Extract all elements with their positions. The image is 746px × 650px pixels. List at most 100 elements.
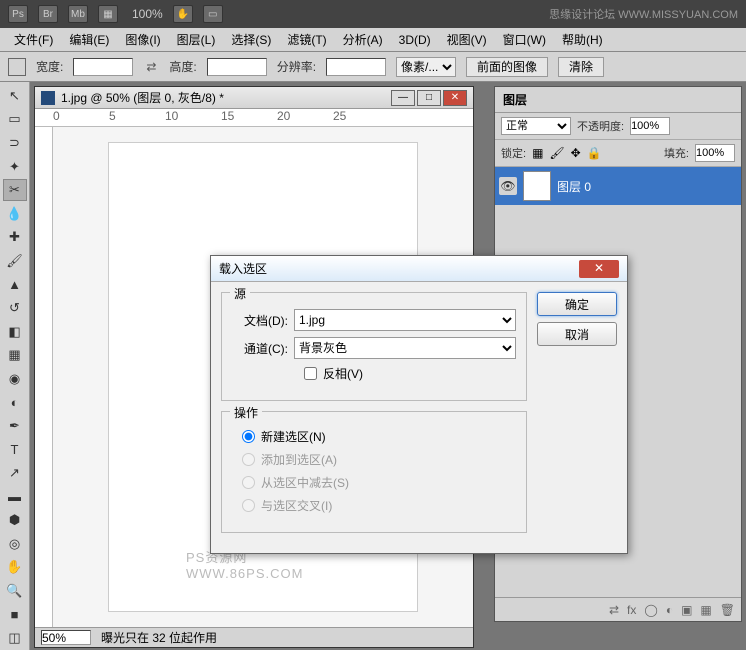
gradient-tool[interactable]: ▦ bbox=[3, 344, 27, 366]
source-fieldset: 源 文档(D): 1.jpg 通道(C): 背景灰色 反相(V) bbox=[221, 292, 527, 401]
pen-tool[interactable]: ✒ bbox=[3, 415, 27, 437]
blend-mode-select[interactable]: 正常 bbox=[501, 117, 571, 135]
lasso-tool[interactable]: ⊃ bbox=[3, 132, 27, 154]
op-int-label: 与选区交叉(I) bbox=[261, 497, 332, 514]
menu-edit[interactable]: 编辑(E) bbox=[61, 28, 117, 51]
3d-camera-tool[interactable]: ◎ bbox=[3, 533, 27, 555]
color-swatch[interactable]: ■ bbox=[3, 604, 27, 626]
marquee-tool[interactable]: ▭ bbox=[3, 109, 27, 131]
menu-layer[interactable]: 图层(L) bbox=[169, 28, 224, 51]
op-sub-radio[interactable] bbox=[242, 476, 255, 489]
op-add-label: 添加到选区(A) bbox=[261, 451, 337, 468]
invert-checkbox[interactable] bbox=[304, 367, 317, 380]
trash-icon[interactable]: 🗑 bbox=[720, 603, 735, 617]
ruler-vertical bbox=[35, 127, 53, 627]
ok-button[interactable]: 确定 bbox=[537, 292, 617, 316]
hand-tool[interactable]: ✋ bbox=[3, 557, 27, 579]
maximize-button[interactable]: □ bbox=[417, 90, 441, 106]
mask-icon[interactable]: ◯ bbox=[644, 603, 657, 617]
group-icon[interactable]: ▣ bbox=[681, 603, 692, 617]
blur-tool[interactable]: ◉ bbox=[3, 368, 27, 390]
quickmask-tool[interactable]: ◫ bbox=[3, 627, 27, 649]
ps-doc-icon bbox=[41, 91, 55, 105]
menu-view[interactable]: 视图(V) bbox=[439, 28, 495, 51]
dialog-titlebar[interactable]: 载入选区 ✕ bbox=[211, 256, 627, 282]
shape-tool[interactable]: ▬ bbox=[3, 486, 27, 508]
stamp-tool[interactable]: ▲ bbox=[3, 274, 27, 296]
adjustment-icon[interactable]: ◐ bbox=[666, 603, 673, 617]
cancel-button[interactable]: 取消 bbox=[537, 322, 617, 346]
document-select[interactable]: 1.jpg bbox=[294, 309, 516, 331]
layer-thumbnail[interactable] bbox=[523, 171, 551, 201]
toolbox: ↖ ▭ ⊃ ✦ ✂ 💧 ✚ 🖌 ▲ ↺ ◧ ▦ ◉ ◐ ✒ T ↗ ▬ ⬢ ◎ … bbox=[0, 82, 30, 650]
height-input[interactable] bbox=[207, 58, 267, 76]
invert-label: 反相(V) bbox=[323, 365, 363, 382]
op-add-radio[interactable] bbox=[242, 453, 255, 466]
hand-icon[interactable]: ✋ bbox=[173, 5, 193, 23]
crop-tool-icon[interactable] bbox=[8, 58, 26, 76]
menu-select[interactable]: 选择(S) bbox=[223, 28, 279, 51]
menu-window[interactable]: 窗口(W) bbox=[495, 28, 554, 51]
app-header: Ps Br Mb ▦ 100% ✋ ▭ 思缘设计论坛 WWW.MISSYUAN.… bbox=[0, 0, 746, 28]
link-icon[interactable]: ⇄ bbox=[609, 603, 619, 617]
br-icon[interactable]: Br bbox=[38, 5, 58, 23]
path-tool[interactable]: ↗ bbox=[3, 462, 27, 484]
type-tool[interactable]: T bbox=[3, 439, 27, 461]
crop-tool[interactable]: ✂ bbox=[3, 179, 27, 201]
wand-tool[interactable]: ✦ bbox=[3, 156, 27, 178]
eraser-tool[interactable]: ◧ bbox=[3, 321, 27, 343]
menu-help[interactable]: 帮助(H) bbox=[554, 28, 611, 51]
fx-icon[interactable]: fx bbox=[627, 603, 636, 617]
opacity-input[interactable] bbox=[630, 117, 670, 135]
layer-row[interactable]: 👁 图层 0 bbox=[495, 167, 741, 205]
menu-analysis[interactable]: 分析(A) bbox=[335, 28, 391, 51]
brush-tool[interactable]: 🖌 bbox=[3, 250, 27, 272]
height-label: 高度: bbox=[169, 58, 196, 75]
op-int-radio[interactable] bbox=[242, 499, 255, 512]
menu-filter[interactable]: 滤镜(T) bbox=[279, 28, 334, 51]
layer-name[interactable]: 图层 0 bbox=[557, 178, 591, 195]
new-layer-icon[interactable]: ▦ bbox=[700, 603, 711, 617]
lock-all-icon[interactable]: 🔒 bbox=[587, 146, 602, 160]
width-input[interactable] bbox=[73, 58, 133, 76]
fill-input[interactable] bbox=[695, 144, 735, 162]
zoom-input[interactable] bbox=[41, 630, 91, 645]
layout-icon[interactable]: ▦ bbox=[98, 5, 118, 23]
clear-button[interactable]: 清除 bbox=[558, 57, 604, 77]
menu-image[interactable]: 图像(I) bbox=[117, 28, 168, 51]
eyedropper-tool[interactable]: 💧 bbox=[3, 203, 27, 225]
op-sub-label: 从选区中减去(S) bbox=[261, 474, 349, 491]
document-titlebar[interactable]: 1.jpg @ 50% (图层 0, 灰色/8) * — □ ✕ bbox=[35, 87, 473, 109]
op-new-label: 新建选区(N) bbox=[261, 428, 326, 445]
resolution-label: 分辨率: bbox=[277, 58, 316, 75]
3d-tool[interactable]: ⬢ bbox=[3, 509, 27, 531]
minimize-button[interactable]: — bbox=[391, 90, 415, 106]
close-button[interactable]: ✕ bbox=[443, 90, 467, 106]
unit-select[interactable]: 像素/... bbox=[396, 57, 456, 77]
menu-3d[interactable]: 3D(D) bbox=[391, 30, 439, 50]
swap-icon[interactable]: ⇄ bbox=[143, 60, 159, 74]
move-tool[interactable]: ↖ bbox=[3, 85, 27, 107]
mb-icon[interactable]: Mb bbox=[68, 5, 88, 23]
visibility-icon[interactable]: 👁 bbox=[499, 177, 517, 195]
channel-select[interactable]: 背景灰色 bbox=[294, 337, 516, 359]
watermark-text: 思缘设计论坛 WWW.MISSYUAN.COM bbox=[549, 6, 738, 22]
history-brush-tool[interactable]: ↺ bbox=[3, 297, 27, 319]
dodge-tool[interactable]: ◐ bbox=[3, 392, 27, 414]
op-new-radio[interactable] bbox=[242, 430, 255, 443]
lock-pixels-icon[interactable]: 🖌 bbox=[549, 146, 564, 160]
zoom-tool[interactable]: 🔍 bbox=[3, 580, 27, 602]
heal-tool[interactable]: ✚ bbox=[3, 226, 27, 248]
status-text: 曝光只在 32 位起作用 bbox=[101, 629, 217, 646]
resolution-input[interactable] bbox=[326, 58, 386, 76]
lock-transparency-icon[interactable]: ▦ bbox=[532, 146, 543, 160]
lock-position-icon[interactable]: ✥ bbox=[571, 146, 581, 160]
menu-file[interactable]: 文件(F) bbox=[6, 28, 61, 51]
screen-icon[interactable]: ▭ bbox=[203, 5, 223, 23]
operation-fieldset: 操作 新建选区(N) 添加到选区(A) 从选区中减去(S) 与选区交叉(I) bbox=[221, 411, 527, 533]
dialog-close-button[interactable]: ✕ bbox=[579, 260, 619, 278]
zoom-value[interactable]: 100% bbox=[132, 7, 163, 21]
front-image-button[interactable]: 前面的图像 bbox=[466, 57, 548, 77]
layers-footer: ⇄ fx ◯ ◐ ▣ ▦ 🗑 bbox=[495, 597, 741, 621]
layers-tab[interactable]: 图层 bbox=[495, 87, 741, 113]
